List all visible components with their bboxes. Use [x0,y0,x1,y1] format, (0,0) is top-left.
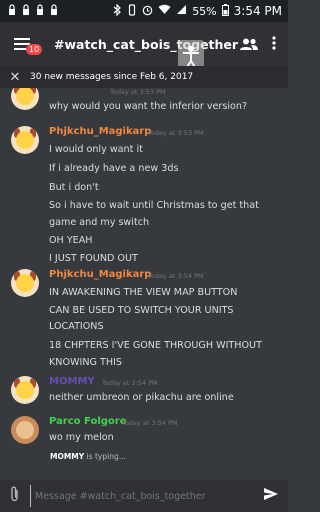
message-text: I JUST FOUND OUT [49,253,138,264]
menu-button[interactable]: 10 [0,22,44,66]
signal-icon [176,4,187,18]
message-text: OH YEAH [49,235,93,246]
message-input[interactable] [30,485,254,507]
message-text: KNOWING THIS [49,357,122,368]
avatar[interactable] [11,269,39,297]
battery-percent: 55% [192,4,217,18]
lock-icon [36,4,44,18]
message-list[interactable]: Today at 3:53 PM why would you want the … [0,88,288,480]
message-text: wo my melon [49,432,114,443]
new-messages-banner[interactable]: ✕ 30 new messages since Feb 6, 2017 [0,66,288,88]
typing-indicator: MOMMY is typing... [50,452,126,461]
battery-icon [221,3,229,19]
send-icon[interactable] [254,488,288,504]
paperclip-icon[interactable] [0,486,30,506]
message-text: 18 CHPTERS I'VE GONE THROUGH WITHOUT [49,340,262,351]
avatar[interactable] [11,88,39,110]
message-text: neither umbreon or pikachu are online [49,392,234,403]
members-button[interactable] [240,35,258,54]
vibrate-icon [127,3,137,19]
timestamp: Today at 3:53 PM [148,129,204,137]
message-author[interactable]: Phjkchu_Magikarp [49,126,151,137]
channel-title: #watch_cat_bois_together [54,36,239,52]
message-author[interactable]: Phjkchu_Magikarp [49,269,151,280]
status-bar: 55% 3:54 PM [0,0,288,22]
typing-text: is typing... [86,452,126,461]
message-text: IN AWAKENING THE VIEW MAP BUTTON [49,287,238,298]
avatar[interactable] [11,376,39,404]
lock-icon [50,4,58,18]
banner-text: 30 new messages since Feb 6, 2017 [30,72,194,82]
message-text: So i have to wait until Christmas to get… [49,200,259,211]
avatar[interactable] [11,126,39,154]
clock: 3:54 PM [233,4,282,18]
notification-badge: 10 [26,44,43,55]
lock-icon [8,4,16,18]
alarm-icon [142,4,153,19]
message-author[interactable]: MOMMY [49,376,95,387]
close-icon[interactable]: ✕ [0,70,30,85]
message-text: CAN BE USED TO SWITCH YOUR UNITS [49,305,234,316]
message-text: LOCATIONS [49,321,104,332]
typing-user: MOMMY [50,452,85,461]
timestamp: Today at 3:54 PM [148,272,204,280]
avatar[interactable] [11,416,39,444]
message-author[interactable]: Parco Folgore [49,416,127,427]
message-text: But i don't [49,182,99,193]
timestamp: Today at 3:54 PM [122,419,178,427]
message-text: If i already have a new 3ds [49,163,179,174]
lock-icon [22,4,30,18]
message-text: why would you want the inferior version? [49,101,248,112]
overflow-menu-icon[interactable] [272,35,276,54]
message-text: game and my switch [49,217,150,228]
wifi-icon [158,4,171,18]
message-text: I would only want it [49,144,143,155]
bluetooth-icon [113,3,122,19]
channel-header: 10 #watch_cat_bois_together [0,22,288,66]
message-composer [0,480,288,512]
timestamp: Today at 3:54 PM [102,379,158,387]
timestamp: Today at 3:53 PM [110,88,166,96]
